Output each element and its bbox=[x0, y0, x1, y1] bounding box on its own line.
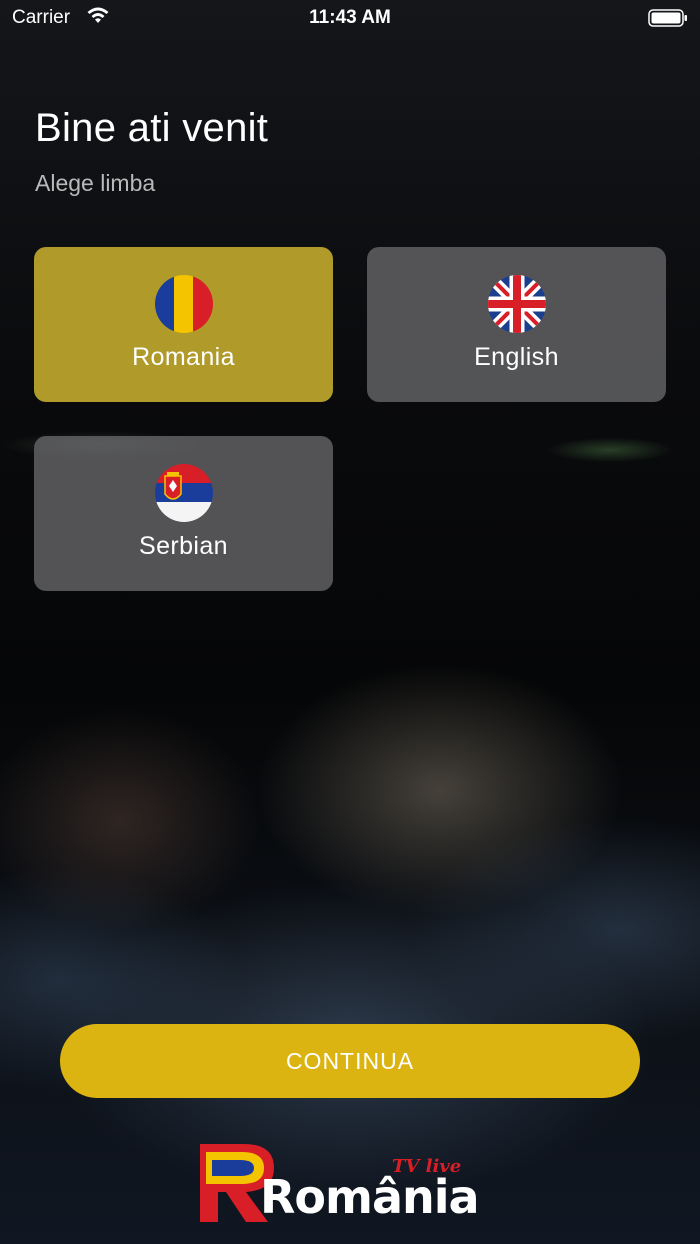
romania-tv-live-logo: România TV live bbox=[196, 1138, 506, 1226]
logo-wordmark: România bbox=[260, 1170, 480, 1224]
page-subtitle: Alege limba bbox=[35, 170, 156, 196]
language-label: Serbian bbox=[139, 532, 228, 560]
romania-flag-icon bbox=[154, 275, 213, 333]
language-label: Romania bbox=[132, 343, 235, 371]
uk-flag-icon bbox=[487, 275, 546, 333]
serbia-flag-icon bbox=[154, 464, 213, 522]
clock: 11:43 AM bbox=[309, 7, 391, 28]
language-label: English bbox=[474, 343, 559, 371]
language-option-english[interactable]: English bbox=[367, 247, 666, 402]
logo-tagline: TV live bbox=[392, 1156, 462, 1177]
battery-icon bbox=[648, 8, 688, 34]
status-bar: Carrier 11:43 AM bbox=[0, 0, 700, 36]
page-title: Bine ati venit bbox=[35, 106, 269, 150]
continue-button[interactable]: CONTINUA bbox=[60, 1024, 640, 1098]
language-option-romania[interactable]: Romania bbox=[34, 247, 333, 402]
language-option-serbian[interactable]: Serbian bbox=[34, 436, 333, 591]
